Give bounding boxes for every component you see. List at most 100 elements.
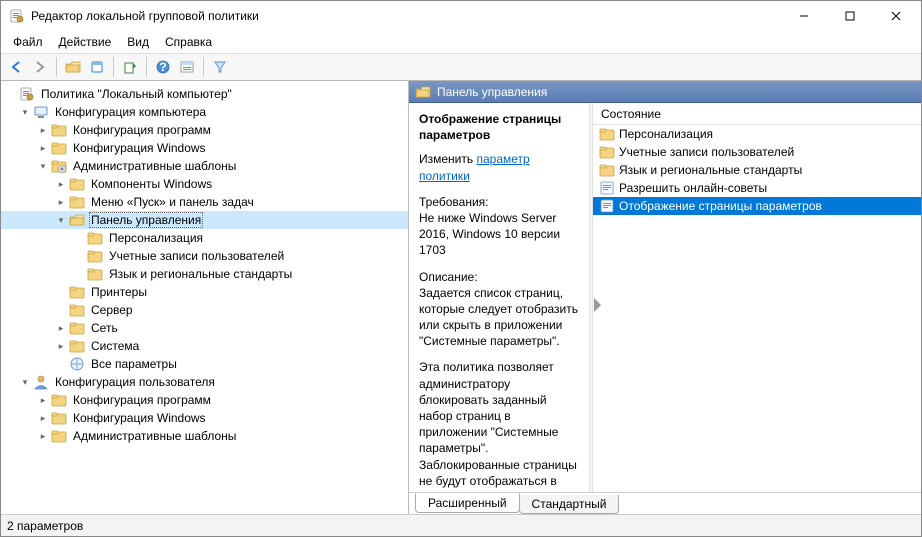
chevron-right-icon[interactable]: ▸ bbox=[55, 340, 67, 352]
right-pane: Панель управления Отображение страницы п… bbox=[409, 81, 921, 514]
tree-label: Компоненты Windows bbox=[89, 177, 214, 191]
tree-system[interactable]: ▸Система bbox=[1, 337, 408, 355]
tree-personalization[interactable]: ▸Персонализация bbox=[1, 229, 408, 247]
tree-admin-templates[interactable]: ▾Административные шаблоны bbox=[1, 157, 408, 175]
tree-region-lang[interactable]: ▸Язык и региональные стандарты bbox=[1, 265, 408, 283]
folder-icon bbox=[87, 230, 103, 246]
list-item[interactable]: Персонализация bbox=[593, 125, 921, 143]
tree-start-menu[interactable]: ▸Меню «Пуск» и панель задач bbox=[1, 193, 408, 211]
list-item-label: Учетные записи пользователей bbox=[619, 145, 794, 159]
tree-label: Все параметры bbox=[89, 357, 179, 371]
back-button[interactable] bbox=[5, 56, 27, 78]
menu-file[interactable]: Файл bbox=[5, 32, 51, 52]
folder-icon bbox=[69, 284, 85, 300]
tree-software-config[interactable]: ▸ Конфигурация программ bbox=[1, 121, 408, 139]
list-item[interactable]: Разрешить онлайн-советы bbox=[593, 179, 921, 197]
chevron-right-icon[interactable]: ▸ bbox=[37, 412, 49, 424]
edit-prefix: Изменить bbox=[419, 152, 476, 166]
minimize-button[interactable] bbox=[781, 1, 827, 31]
help-button[interactable] bbox=[152, 56, 174, 78]
folder-icon bbox=[599, 126, 615, 142]
detail-list[interactable]: Состояние Персонализация Учетные записи п… bbox=[593, 103, 921, 492]
tree-server[interactable]: ▸Сервер bbox=[1, 301, 408, 319]
tree-all-settings[interactable]: ▸Все параметры bbox=[1, 355, 408, 373]
forward-button[interactable] bbox=[29, 56, 51, 78]
column-header[interactable]: Состояние bbox=[593, 103, 921, 125]
splitter[interactable] bbox=[589, 103, 593, 492]
tree-network[interactable]: ▸Сеть bbox=[1, 319, 408, 337]
folder-open-icon bbox=[69, 212, 85, 228]
detail-body: Отображение страницы параметров Изменить… bbox=[409, 103, 921, 492]
gpedit-icon bbox=[19, 86, 35, 102]
description-text: Задается список страниц, которые следует… bbox=[419, 286, 578, 349]
chevron-right-icon[interactable]: ▸ bbox=[55, 196, 67, 208]
tab-extended[interactable]: Расширенный bbox=[415, 493, 520, 513]
tree-user-accounts[interactable]: ▸Учетные записи пользователей bbox=[1, 247, 408, 265]
chevron-down-icon[interactable]: ▾ bbox=[19, 106, 31, 118]
properties-button[interactable] bbox=[86, 56, 108, 78]
tree-label: Конфигурация программ bbox=[71, 123, 213, 137]
allsettings-icon bbox=[69, 356, 85, 372]
tree-label: Конфигурация пользователя bbox=[53, 375, 217, 389]
maximize-button[interactable] bbox=[827, 1, 873, 31]
tree-user-config[interactable]: ▾ Конфигурация пользователя bbox=[1, 373, 408, 391]
chevron-right-icon[interactable]: ▸ bbox=[37, 430, 49, 442]
description-text-2: Эта политика позволяет администратору бл… bbox=[419, 359, 579, 492]
list-item-label: Язык и региональные стандарты bbox=[619, 163, 802, 177]
folder-icon bbox=[69, 194, 85, 210]
tree-computer-config[interactable]: ▾ Конфигурация компьютера bbox=[1, 103, 408, 121]
folder-open-icon bbox=[415, 84, 431, 100]
chevron-right-icon[interactable]: ▸ bbox=[55, 178, 67, 190]
tab-standard[interactable]: Стандартный bbox=[519, 495, 620, 514]
chevron-right-icon[interactable]: ▸ bbox=[37, 124, 49, 136]
list-item-label: Персонализация bbox=[619, 127, 713, 141]
chevron-down-icon[interactable]: ▾ bbox=[37, 160, 49, 172]
up-button[interactable] bbox=[62, 56, 84, 78]
toolbar bbox=[1, 53, 921, 81]
tree-u-windows-config[interactable]: ▸ Конфигурация Windows bbox=[1, 409, 408, 427]
description-label: Описание: bbox=[419, 270, 478, 284]
chevron-right-icon[interactable]: ▸ bbox=[37, 142, 49, 154]
folder-icon bbox=[51, 410, 67, 426]
tree-control-panel[interactable]: ▾Панель управления bbox=[1, 211, 408, 229]
detail-title: Отображение страницы параметров bbox=[419, 111, 579, 143]
folder-icon bbox=[51, 122, 67, 138]
tree-u-software-config[interactable]: ▸ Конфигурация программ bbox=[1, 391, 408, 409]
tree-windows-components[interactable]: ▸ Компоненты Windows bbox=[1, 175, 408, 193]
tree-windows-config[interactable]: ▸Конфигурация Windows bbox=[1, 139, 408, 157]
tree-label: Политика "Локальный компьютер" bbox=[39, 87, 234, 101]
tree-label: Конфигурация Windows bbox=[71, 411, 208, 425]
menu-help[interactable]: Справка bbox=[157, 32, 220, 52]
chevron-right-icon[interactable]: ▸ bbox=[37, 394, 49, 406]
tree-pane[interactable]: ▸ Политика "Локальный компьютер" ▾ Конфи… bbox=[1, 81, 409, 514]
chevron-right-icon[interactable]: ▸ bbox=[55, 322, 67, 334]
requirements-text: Не ниже Windows Server 2016, Windows 10 … bbox=[419, 211, 560, 257]
tree-u-admin-templates[interactable]: ▸Административные шаблоны bbox=[1, 427, 408, 445]
list-item[interactable]: Отображение страницы параметров bbox=[593, 197, 921, 215]
list-item-label: Отображение страницы параметров bbox=[619, 199, 822, 213]
tab-label: Стандартный bbox=[532, 497, 607, 511]
column-state: Состояние bbox=[601, 107, 661, 121]
listview-button[interactable] bbox=[176, 56, 198, 78]
menu-view[interactable]: Вид bbox=[119, 32, 157, 52]
close-button[interactable] bbox=[873, 1, 919, 31]
tree-label: Конфигурация программ bbox=[71, 393, 213, 407]
toolbar-separator bbox=[56, 57, 57, 77]
detail-header-label: Панель управления bbox=[437, 85, 547, 99]
list-item[interactable]: Язык и региональные стандарты bbox=[593, 161, 921, 179]
export-button[interactable] bbox=[119, 56, 141, 78]
tree-label: Язык и региональные стандарты bbox=[107, 267, 294, 281]
tree-label: Конфигурация компьютера bbox=[53, 105, 208, 119]
chevron-down-icon[interactable]: ▾ bbox=[19, 376, 31, 388]
tabs: Расширенный Стандартный bbox=[409, 492, 921, 514]
folder-icon bbox=[51, 392, 67, 408]
toolbar-separator bbox=[113, 57, 114, 77]
list-item[interactable]: Учетные записи пользователей bbox=[593, 143, 921, 161]
menu-action[interactable]: Действие bbox=[51, 32, 120, 52]
tree-root[interactable]: ▸ Политика "Локальный компьютер" bbox=[1, 85, 408, 103]
tree-printers[interactable]: ▸Принтеры bbox=[1, 283, 408, 301]
folder-icon bbox=[87, 248, 103, 264]
filter-button[interactable] bbox=[209, 56, 231, 78]
folder-icon bbox=[87, 266, 103, 282]
chevron-down-icon[interactable]: ▾ bbox=[55, 214, 67, 226]
